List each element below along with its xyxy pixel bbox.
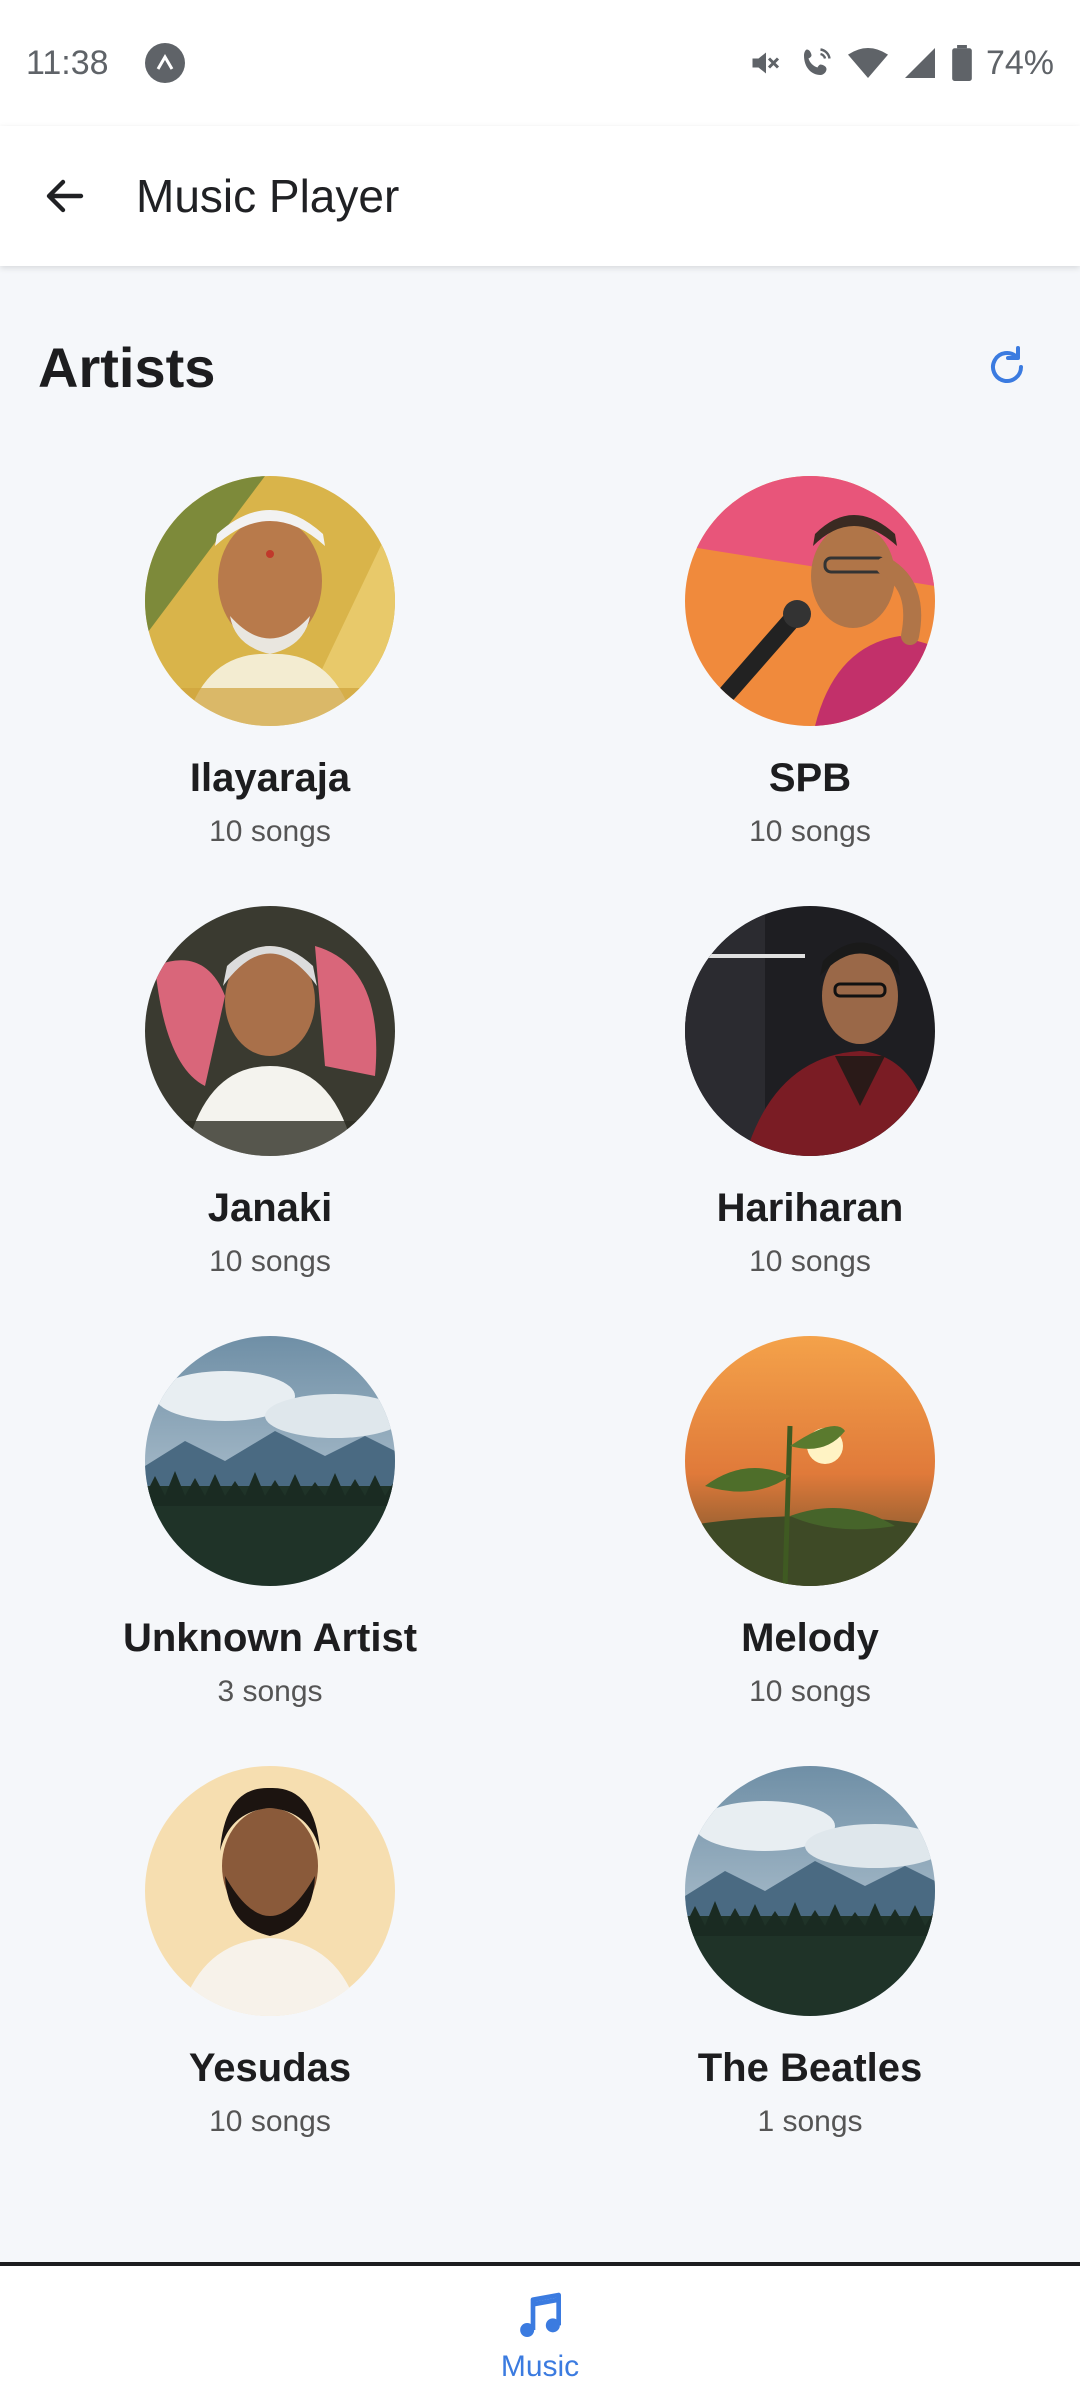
artist-name: Ilayaraja xyxy=(189,756,351,800)
artist-grid: Ilayaraja 10 songs SPB 10 songs Janaki 1… xyxy=(0,476,1080,2196)
artist-avatar xyxy=(145,906,395,1156)
artist-card-spb[interactable]: SPB 10 songs xyxy=(540,476,1080,906)
app-bar: Music Player xyxy=(0,126,1080,266)
artist-name: The Beatles xyxy=(697,2046,923,2090)
arrow-back-icon xyxy=(46,179,84,213)
status-time: 11:38 xyxy=(26,43,109,82)
artist-card-melody[interactable]: Melody 10 songs xyxy=(540,1336,1080,1766)
artist-song-count: 1 songs xyxy=(757,2105,863,2138)
signal-icon xyxy=(904,48,935,78)
artist-card-yesudas[interactable]: Yesudas 10 songs xyxy=(0,1766,540,2196)
artist-name: Hariharan xyxy=(716,1186,904,1230)
back-button[interactable] xyxy=(30,161,100,231)
bottom-navigation: Music xyxy=(0,2262,1080,2400)
nav-item-music[interactable]: Music xyxy=(501,2266,579,2400)
refresh-button[interactable] xyxy=(972,332,1042,402)
battery-percent: 74% xyxy=(985,43,1054,82)
artist-avatar xyxy=(145,476,395,726)
artist-song-count: 10 songs xyxy=(209,2105,331,2138)
artist-avatar xyxy=(145,1766,395,2016)
artist-avatar xyxy=(685,906,935,1156)
artist-card-unknown-artist[interactable]: Unknown Artist 3 songs xyxy=(0,1336,540,1766)
artist-song-count: 3 songs xyxy=(217,1675,323,1708)
app-title: Music Player xyxy=(136,170,400,222)
artist-card-ilayaraja[interactable]: Ilayaraja 10 songs xyxy=(0,476,540,906)
section-header: Artists xyxy=(38,332,1042,402)
music-note-icon xyxy=(520,2292,561,2337)
wifi-calling-icon xyxy=(803,48,831,75)
section-title: Artists xyxy=(38,335,216,399)
artist-card-the-beatles[interactable]: The Beatles 1 songs xyxy=(540,1766,1080,2196)
artist-name: Melody xyxy=(741,1616,879,1660)
artist-name: Unknown Artist xyxy=(122,1616,418,1660)
app-icon xyxy=(144,43,185,83)
wifi-icon xyxy=(847,48,888,78)
status-icons: 74% xyxy=(748,44,1054,83)
artist-avatar xyxy=(685,476,935,726)
status-bar: 11:38 74% xyxy=(0,0,1080,126)
artist-avatar xyxy=(685,1336,935,1586)
artists-screen: Artists Ilayaraja 10 songs SPB 10 songs … xyxy=(0,266,1080,2262)
artist-name: Yesudas xyxy=(188,2046,352,2090)
artist-avatar xyxy=(685,1766,935,2016)
artist-name: SPB xyxy=(768,756,852,800)
refresh-icon xyxy=(991,346,1023,383)
artist-song-count: 10 songs xyxy=(749,815,871,848)
artist-card-hariharan[interactable]: Hariharan 10 songs xyxy=(540,906,1080,1336)
mute-icon xyxy=(752,52,779,74)
artist-name: Janaki xyxy=(207,1186,333,1230)
nav-label-music: Music xyxy=(500,2350,580,2383)
artist-avatar xyxy=(145,1336,395,1586)
artist-song-count: 10 songs xyxy=(749,1245,871,1278)
artist-card-janaki[interactable]: Janaki 10 songs xyxy=(0,906,540,1336)
battery-icon xyxy=(952,45,972,81)
artist-song-count: 10 songs xyxy=(749,1675,871,1708)
artist-song-count: 10 songs xyxy=(209,1245,331,1278)
artist-song-count: 10 songs xyxy=(209,815,331,848)
